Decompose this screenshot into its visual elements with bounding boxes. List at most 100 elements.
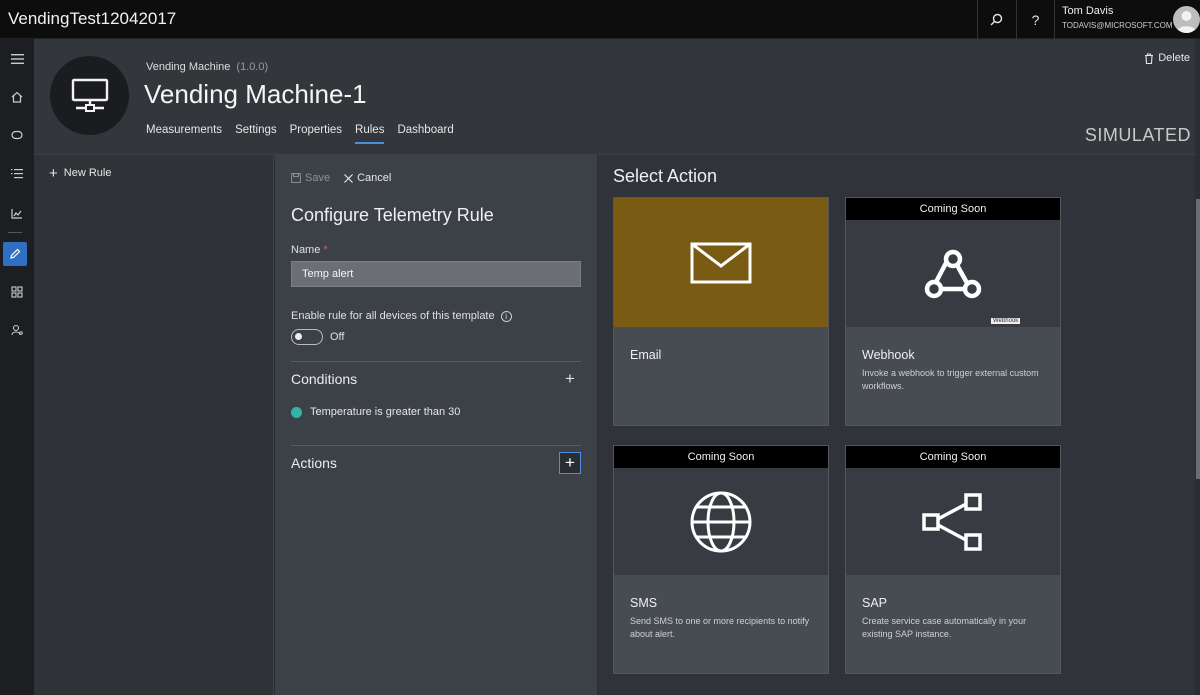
scrollbar-thumb[interactable] [1196,199,1200,479]
nav-edit[interactable] [3,242,27,266]
card-title: SAP [862,596,888,610]
condition-text: Temperature is greater than 30 [310,406,461,418]
device-header: Vending Machine (1.0.0) Vending Machine-1… [34,39,1200,155]
nav-users[interactable] [0,316,34,344]
enable-rule-text: Enable rule for all devices of this temp… [291,310,495,322]
list-icon [11,168,23,178]
info-icon[interactable]: i [500,310,512,322]
action-card-webhook[interactable]: Coming Soon Webhook Webhook Invoke a web… [845,197,1061,426]
plus-icon: + [49,164,58,182]
condition-item[interactable]: Temperature is greater than 30 [291,406,460,418]
scrollbar[interactable] [1195,39,1200,695]
configure-rule-panel: Save Cancel Configure Telemetry Rule Nam… [275,155,597,695]
cancel-label: Cancel [357,172,392,184]
card-title: Email [630,348,662,362]
section-divider [291,361,581,362]
card-title: Webhook [862,348,915,362]
simulated-status: SIMULATED [1084,125,1191,145]
pencil-icon [10,248,21,259]
save-icon [291,173,301,183]
top-bar: VendingTest12042017 ? Tom Davis TODAVIS@… [0,0,1200,39]
template-name[interactable]: Vending Machine [146,61,230,73]
tab-settings[interactable]: Settings [235,124,277,144]
card-image [614,198,828,327]
device-icon [11,130,23,140]
nav-devices[interactable] [0,121,34,149]
enable-rule-toggle[interactable] [291,329,323,345]
plus-icon: + [565,369,575,388]
plus-icon: + [565,453,575,472]
home-icon [11,91,23,103]
new-rule-label: New Rule [63,167,112,179]
envelope-icon [690,242,752,283]
select-action-panel: Select Action Email Coming Soon Webhook … [598,155,1200,695]
delete-button[interactable]: Delete [1144,52,1190,64]
rule-name-input[interactable] [291,261,581,287]
nav-dashboards[interactable] [0,278,34,306]
share-nodes-icon [922,492,982,551]
webhook-tooltip: Webhook [991,318,1021,324]
grid-icon [11,286,23,298]
save-button[interactable]: Save [291,172,330,184]
rules-list-panel: + New Rule [34,155,274,695]
name-label: Name * [291,244,328,256]
add-action-button[interactable]: + [559,452,581,474]
nav-device-sets[interactable] [0,159,34,187]
nav-home[interactable] [0,83,34,111]
tab-measurements[interactable]: Measurements [146,124,222,144]
search-button[interactable] [977,0,1015,39]
device-template-crumb: Vending Machine (1.0.0) [146,61,268,73]
user-email: TODAVIS@MICROSOFT.COM [1062,21,1173,30]
toggle-state-label: Off [330,331,345,343]
help-button[interactable]: ? [1016,0,1054,39]
save-label: Save [305,172,331,184]
trash-icon [1145,52,1154,64]
left-nav-rail [0,39,34,695]
rail-divider [8,232,22,233]
tab-properties[interactable]: Properties [290,124,342,144]
rule-toolbar: Save Cancel [291,172,391,184]
hamburger-icon [10,54,24,64]
tab-rules[interactable]: Rules [355,124,385,144]
help-icon: ? [1031,11,1040,28]
card-description: Create service case automatically in you… [862,616,1027,639]
card-title: SMS [630,596,658,610]
action-card-sms[interactable]: Coming Soon SMS Send SMS to one or more … [613,445,829,674]
coming-soon-badge: Coming Soon [614,446,828,468]
vending-device-icon [71,78,108,112]
user-settings-icon [11,324,23,336]
user-avatar-icon [1176,11,1197,33]
user-menu[interactable]: Tom Davis TODAVIS@MICROSOFT.COM [1054,0,1200,39]
user-name: Tom Davis [1062,5,1114,17]
coming-soon-badge: Coming Soon [846,446,1060,468]
toggle-knob [295,333,302,340]
card-description: Invoke a webhook to trigger external cus… [862,368,1039,391]
action-card-sap[interactable]: Coming Soon SAP Create service case auto… [845,445,1061,674]
new-rule-button[interactable]: + New Rule [49,164,112,182]
section-divider [291,445,581,446]
config-title: Configure Telemetry Rule [291,205,494,225]
close-icon [344,173,354,183]
cancel-button[interactable]: Cancel [344,172,391,184]
card-description: Send SMS to one or more recipients to no… [630,616,810,639]
add-condition-button[interactable]: + [559,368,581,390]
device-tabs: Measurements Settings Properties Rules D… [146,124,467,144]
chart-icon [11,208,22,219]
name-label-text: Name [291,244,321,256]
globe-icon [690,491,752,552]
menu-button[interactable] [0,45,34,73]
page-title: Vending Machine-1 [144,79,367,109]
nav-analytics[interactable] [0,199,34,227]
required-marker: * [323,244,328,256]
avatar[interactable] [1173,6,1200,33]
device-image [50,56,129,135]
delete-label: Delete [1158,52,1190,64]
search-icon [990,13,1003,26]
tab-dashboard[interactable]: Dashboard [397,124,453,144]
action-card-email[interactable]: Email [613,197,829,426]
condition-status-dot [291,406,302,418]
app-title[interactable]: VendingTest12042017 [8,9,176,29]
coming-soon-badge: Coming Soon [846,198,1060,220]
template-version: (1.0.0) [236,61,269,73]
conditions-title: Conditions [291,371,358,387]
